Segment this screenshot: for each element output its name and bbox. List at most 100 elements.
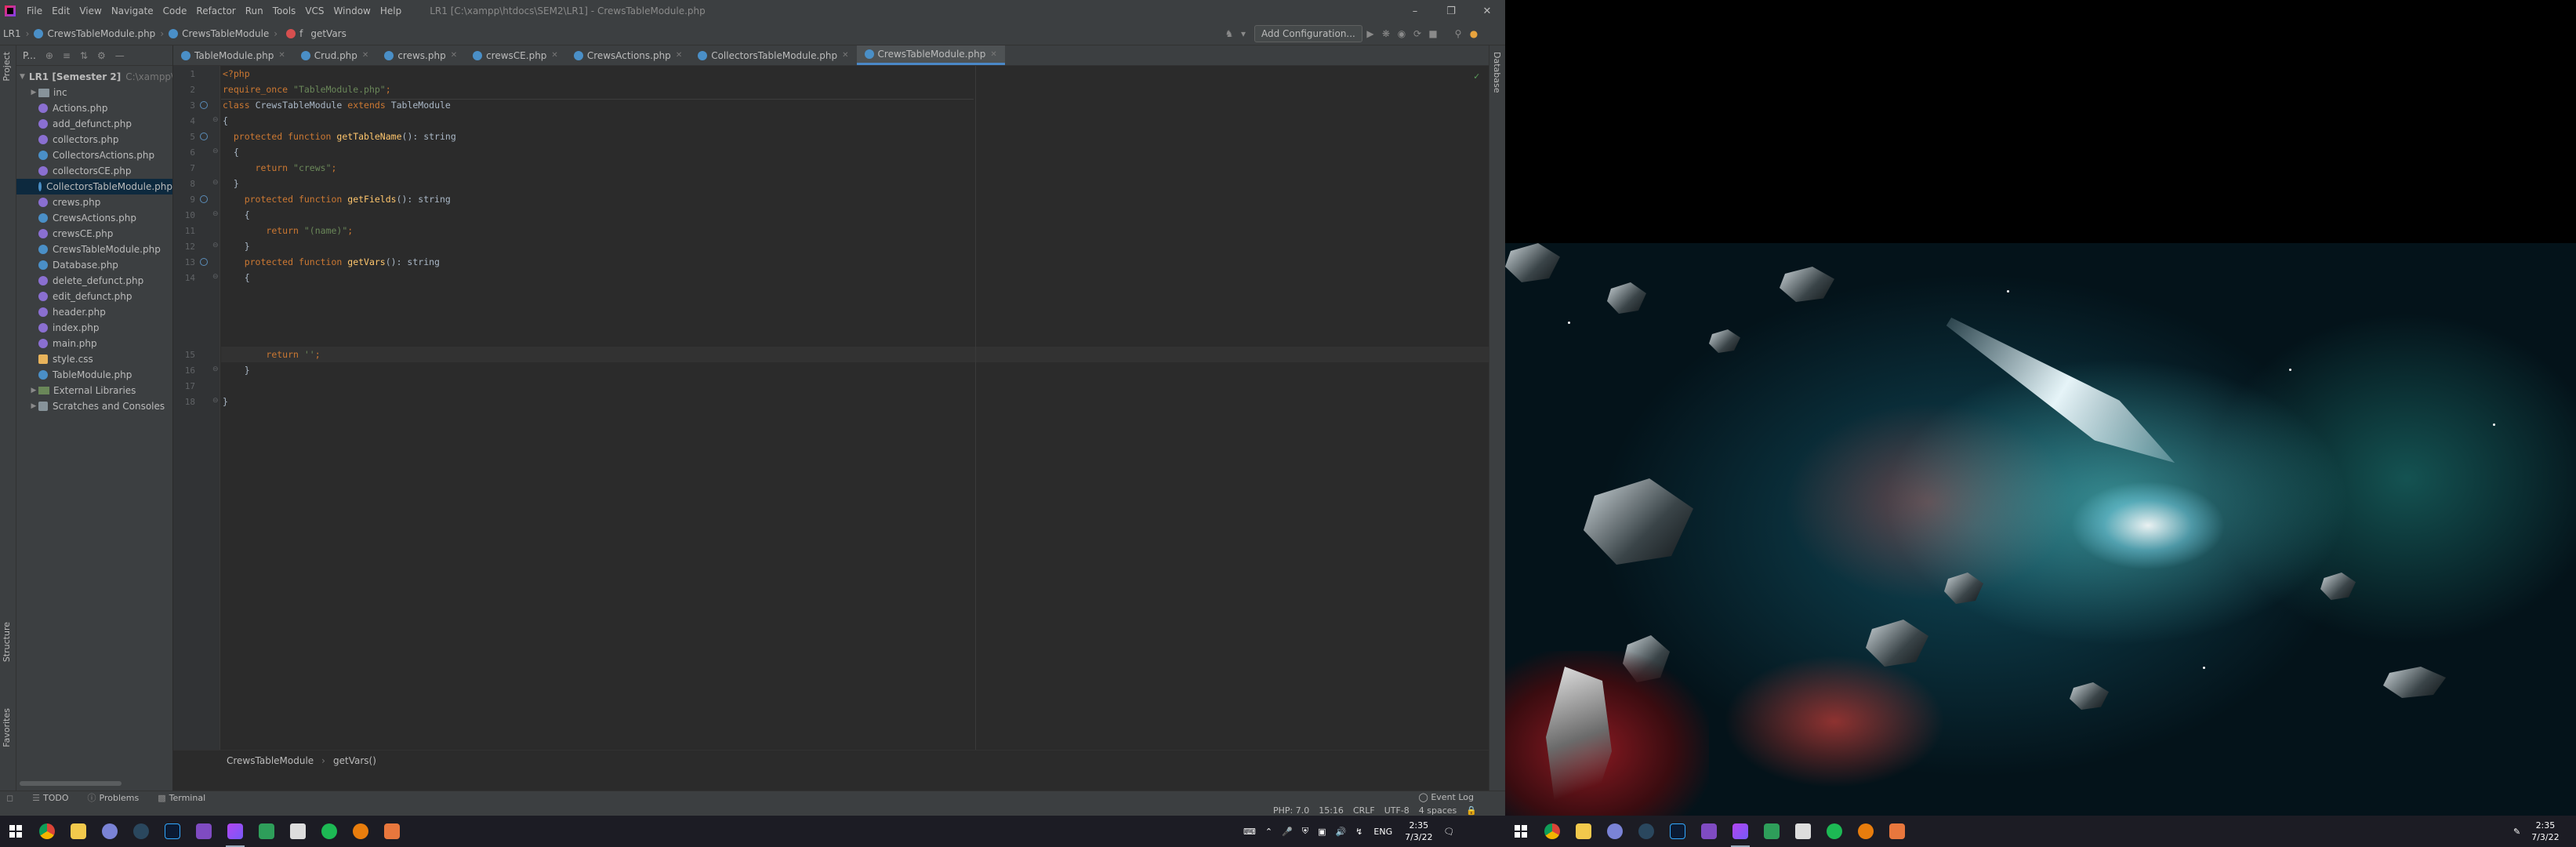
tree-external-libraries[interactable]: ▶ External Libraries — [16, 383, 172, 398]
editor-tab[interactable]: crewsCE.php ✕ — [465, 45, 566, 65]
tree-item[interactable]: collectorsCE.php — [16, 163, 172, 179]
status-caret-position[interactable]: 15:16 — [1314, 805, 1348, 816]
expand-arrow-icon[interactable]: ▼ — [20, 69, 25, 85]
fold-icon[interactable]: ⊖ — [212, 210, 219, 218]
tree-item[interactable]: ▶ inc — [16, 85, 172, 100]
horizontal-scrollbar[interactable] — [20, 781, 122, 786]
taskbar-spotify-2[interactable] — [1819, 816, 1850, 847]
menu-run[interactable]: Run — [241, 5, 268, 16]
taskbar-steam[interactable] — [125, 816, 157, 847]
menu-navigate[interactable]: Navigate — [107, 5, 158, 16]
fold-icon[interactable]: ⊖ — [212, 397, 219, 405]
fold-icon[interactable]: ⊖ — [212, 365, 219, 373]
taskbar-discord-2[interactable] — [1599, 816, 1631, 847]
editor-tab[interactable]: crews.php ✕ — [376, 45, 465, 65]
tree-item[interactable]: CollectorsActions.php — [16, 147, 172, 163]
tree-item[interactable]: header.php — [16, 304, 172, 320]
taskbar-spotify[interactable] — [314, 816, 345, 847]
tree-item[interactable]: Database.php — [16, 257, 172, 273]
project-tool-tab[interactable]: Project — [2, 52, 12, 82]
shield-icon[interactable]: ⛨ — [1297, 826, 1313, 837]
updates-icon[interactable]: ● — [1468, 27, 1480, 40]
implements-marker-icon[interactable] — [200, 101, 208, 109]
menu-window[interactable]: Window — [329, 5, 376, 16]
editor-tab[interactable]: CollectorsTableModule.php ✕ — [690, 45, 856, 65]
start-button-2[interactable] — [1505, 816, 1537, 847]
lock-icon[interactable]: 🔒 — [1461, 805, 1482, 816]
nav-class[interactable]: CrewsTableModule — [165, 28, 272, 39]
add-configuration-button[interactable]: Add Configuration... — [1254, 25, 1362, 42]
close-tab-icon[interactable]: ✕ — [362, 51, 368, 60]
bluetooth-icon[interactable]: ↯ — [1351, 827, 1367, 837]
structure-tool-tab[interactable]: Structure — [2, 622, 12, 662]
clock-2[interactable]: 2:35 7/3/22 — [2525, 820, 2565, 843]
user-icon[interactable]: ♞ — [1223, 27, 1235, 40]
close-tab-icon[interactable]: ✕ — [842, 51, 848, 60]
taskbar-discord[interactable] — [94, 816, 125, 847]
close-tab-icon[interactable]: ✕ — [278, 51, 285, 60]
status-encoding[interactable]: UTF-8 — [1380, 805, 1414, 816]
fold-icon[interactable]: ⊖ — [212, 273, 219, 281]
tree-item[interactable]: crews.php — [16, 194, 172, 210]
implements-marker-icon[interactable] — [200, 195, 208, 203]
menu-view[interactable]: View — [74, 5, 106, 16]
nav-file[interactable]: CrewsTableModule.php — [31, 28, 158, 39]
taskbar-phpstorm-2[interactable] — [1725, 816, 1756, 847]
build-icon[interactable]: ⟳ — [1411, 27, 1424, 40]
implements-marker-icon[interactable] — [200, 133, 208, 140]
menu-code[interactable]: Code — [158, 5, 192, 16]
network-icon[interactable]: ▣ — [1313, 827, 1330, 837]
taskbar-app-orange-2[interactable] — [1881, 816, 1913, 847]
menu-edit[interactable]: Edit — [47, 5, 74, 16]
expand-arrow-icon[interactable]: ▶ — [29, 85, 38, 100]
settings-gear-icon[interactable]: ⚙ — [97, 50, 106, 61]
taskbar-app-orange[interactable] — [376, 816, 408, 847]
problems-tab[interactable]: ⓘ Problems — [78, 791, 149, 804]
close-tab-icon[interactable]: ✕ — [451, 51, 457, 60]
taskbar-app-green[interactable] — [251, 816, 282, 847]
close-tab-icon[interactable]: ✕ — [990, 50, 996, 59]
implements-marker-icon[interactable] — [200, 258, 208, 266]
taskbar-explorer[interactable] — [63, 816, 94, 847]
tree-root[interactable]: ▼ LR1 [Semester 2] C:\xampp\ — [16, 69, 172, 85]
tree-item[interactable]: main.php — [16, 336, 172, 351]
tree-item[interactable]: CrewsActions.php — [16, 210, 172, 226]
close-tab-icon[interactable]: ✕ — [676, 51, 682, 60]
editor-tab[interactable]: Crud.php ✕ — [293, 45, 377, 65]
taskbar-photoshop[interactable] — [157, 816, 188, 847]
status-line-separator[interactable]: CRLF — [1348, 805, 1380, 816]
taskbar-chrome[interactable] — [31, 816, 63, 847]
tree-item[interactable]: CrewsTableModule.php — [16, 242, 172, 257]
clock[interactable]: 2:35 7/3/22 — [1399, 820, 1439, 843]
taskbar-blender[interactable] — [345, 816, 376, 847]
locate-icon[interactable]: ⊕ — [45, 50, 53, 61]
layout-toggle-icon[interactable]: ◻ — [0, 793, 23, 803]
microphone-icon[interactable]: 🎤 — [1277, 827, 1297, 837]
editor-tab[interactable]: CrewsTableModule.php ✕ — [856, 45, 1005, 65]
editor-tab[interactable]: TableModule.php ✕ — [173, 45, 293, 65]
debug-icon[interactable]: ❋ — [1380, 27, 1392, 40]
breadcrumb-method[interactable]: getVars() — [333, 755, 376, 766]
event-log-button[interactable]: ◯ Event Log — [1419, 791, 1474, 804]
menu-help[interactable]: Help — [376, 5, 406, 16]
fold-icon[interactable]: ⊖ — [212, 179, 219, 187]
menu-tools[interactable]: Tools — [268, 5, 301, 16]
taskbar-blender-2[interactable] — [1850, 816, 1881, 847]
taskbar-unity[interactable] — [282, 816, 314, 847]
tree-item[interactable]: CollectorsTableModule.php — [16, 179, 172, 194]
search-icon[interactable]: ⚲ — [1452, 27, 1464, 40]
menu-vcs[interactable]: VCS — [300, 5, 328, 16]
tree-item[interactable]: style.css — [16, 351, 172, 367]
fold-icon[interactable]: ⊖ — [212, 147, 219, 155]
tree-item[interactable]: index.php — [16, 320, 172, 336]
restore-icon[interactable]: ❐ — [1433, 0, 1469, 22]
notifications-icon[interactable]: 🗨 — [1439, 827, 1460, 837]
expand-all-icon[interactable]: ⇅ — [80, 50, 88, 61]
taskbar-unity-2[interactable] — [1787, 816, 1819, 847]
stop-icon[interactable]: ■ — [1427, 27, 1439, 40]
dropdown-icon[interactable]: ▾ — [1237, 27, 1250, 40]
breadcrumb-class[interactable]: CrewsTableModule — [227, 755, 314, 766]
tree-item[interactable]: TableModule.php — [16, 367, 172, 383]
show-hidden-icon[interactable]: ⌃ — [1261, 827, 1277, 837]
taskbar-phpstorm[interactable] — [220, 816, 251, 847]
